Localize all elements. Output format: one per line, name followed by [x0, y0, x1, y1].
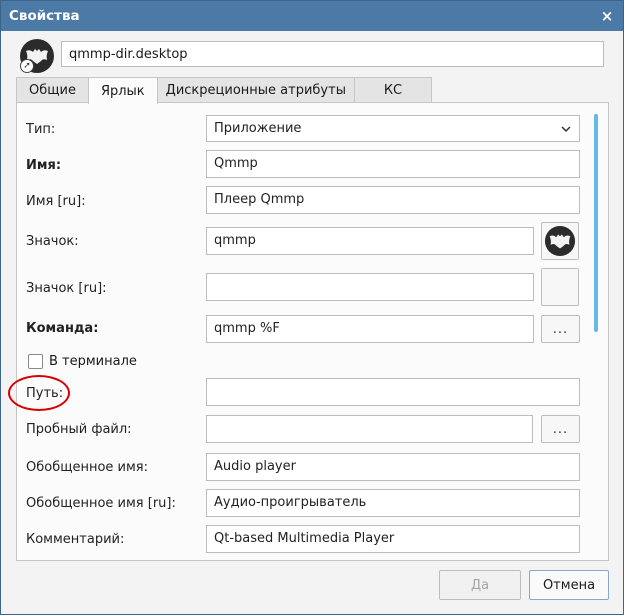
name-ru-input[interactable]: Плеер Qmmp [206, 186, 580, 214]
vertical-scrollbar[interactable] [594, 114, 598, 332]
chevron-down-icon [561, 126, 571, 133]
name-label: Имя: [26, 158, 62, 173]
tab-ks[interactable]: КС [353, 77, 432, 103]
shortcut-arrow-icon: ➚ [20, 59, 34, 73]
name-ru-label: Имя [ru]: [26, 194, 86, 209]
window-title: Свойства [9, 8, 80, 24]
close-icon[interactable]: × [597, 6, 617, 26]
icon-input[interactable]: qmmp [206, 227, 534, 255]
tab-bar: Общие Ярлык Дискреционные атрибуты КС [16, 77, 432, 104]
command-label: Команда: [26, 321, 99, 336]
tab-discretionary-attributes[interactable]: Дискреционные атрибуты [156, 77, 355, 103]
type-label: Тип: [26, 122, 56, 137]
comment-label: Комментарий: [26, 532, 125, 547]
generic-name-input[interactable]: Audio player [206, 453, 580, 481]
cancel-button[interactable]: Отмена [529, 570, 609, 600]
icon-ru-label: Значок [ru]: [26, 281, 107, 296]
icon-ru-picker-button[interactable] [541, 268, 579, 306]
terminal-label: В терминале [49, 354, 137, 369]
comment-input[interactable]: Qt-based Multimedia Player [206, 525, 580, 553]
name-input[interactable]: Qmmp [206, 150, 580, 178]
filename-input[interactable] [61, 41, 604, 67]
terminal-checkbox[interactable] [28, 354, 43, 369]
generic-name-ru-label: Обобщенное имя [ru]: [26, 496, 176, 511]
shortcut-panel: Тип: Приложение Имя: Qmmp Имя [ru]: Плее… [16, 102, 609, 561]
try-exec-label: Пробный файл: [26, 422, 132, 437]
qmmp-app-icon: ➚ [20, 39, 54, 73]
icon-label: Значок: [26, 234, 79, 249]
properties-dialog: Свойства × ➚ Общие Ярлык Дискреционные а… [0, 0, 624, 615]
ok-button[interactable]: Да [439, 570, 521, 600]
command-browse-button[interactable]: ... [541, 315, 580, 343]
type-select-value: Приложение [214, 121, 302, 136]
tab-shortcut[interactable]: Ярлык [87, 77, 158, 104]
try-exec-browse-button[interactable]: ... [541, 415, 580, 443]
try-exec-input[interactable] [206, 415, 533, 443]
command-input[interactable]: qmmp %F [206, 315, 534, 343]
icon-picker-button[interactable] [541, 222, 579, 260]
red-annotation-circle [8, 375, 70, 411]
generic-name-label: Обобщенное имя: [26, 460, 149, 475]
bat-icon [544, 225, 576, 257]
generic-name-ru-input[interactable]: Аудио-проигрыватель [206, 489, 580, 517]
tab-general[interactable]: Общие [16, 77, 89, 103]
title-bar: Свойства × [1, 1, 623, 31]
path-input[interactable] [206, 378, 580, 406]
icon-ru-input[interactable] [206, 273, 534, 301]
type-select[interactable]: Приложение [206, 115, 580, 142]
